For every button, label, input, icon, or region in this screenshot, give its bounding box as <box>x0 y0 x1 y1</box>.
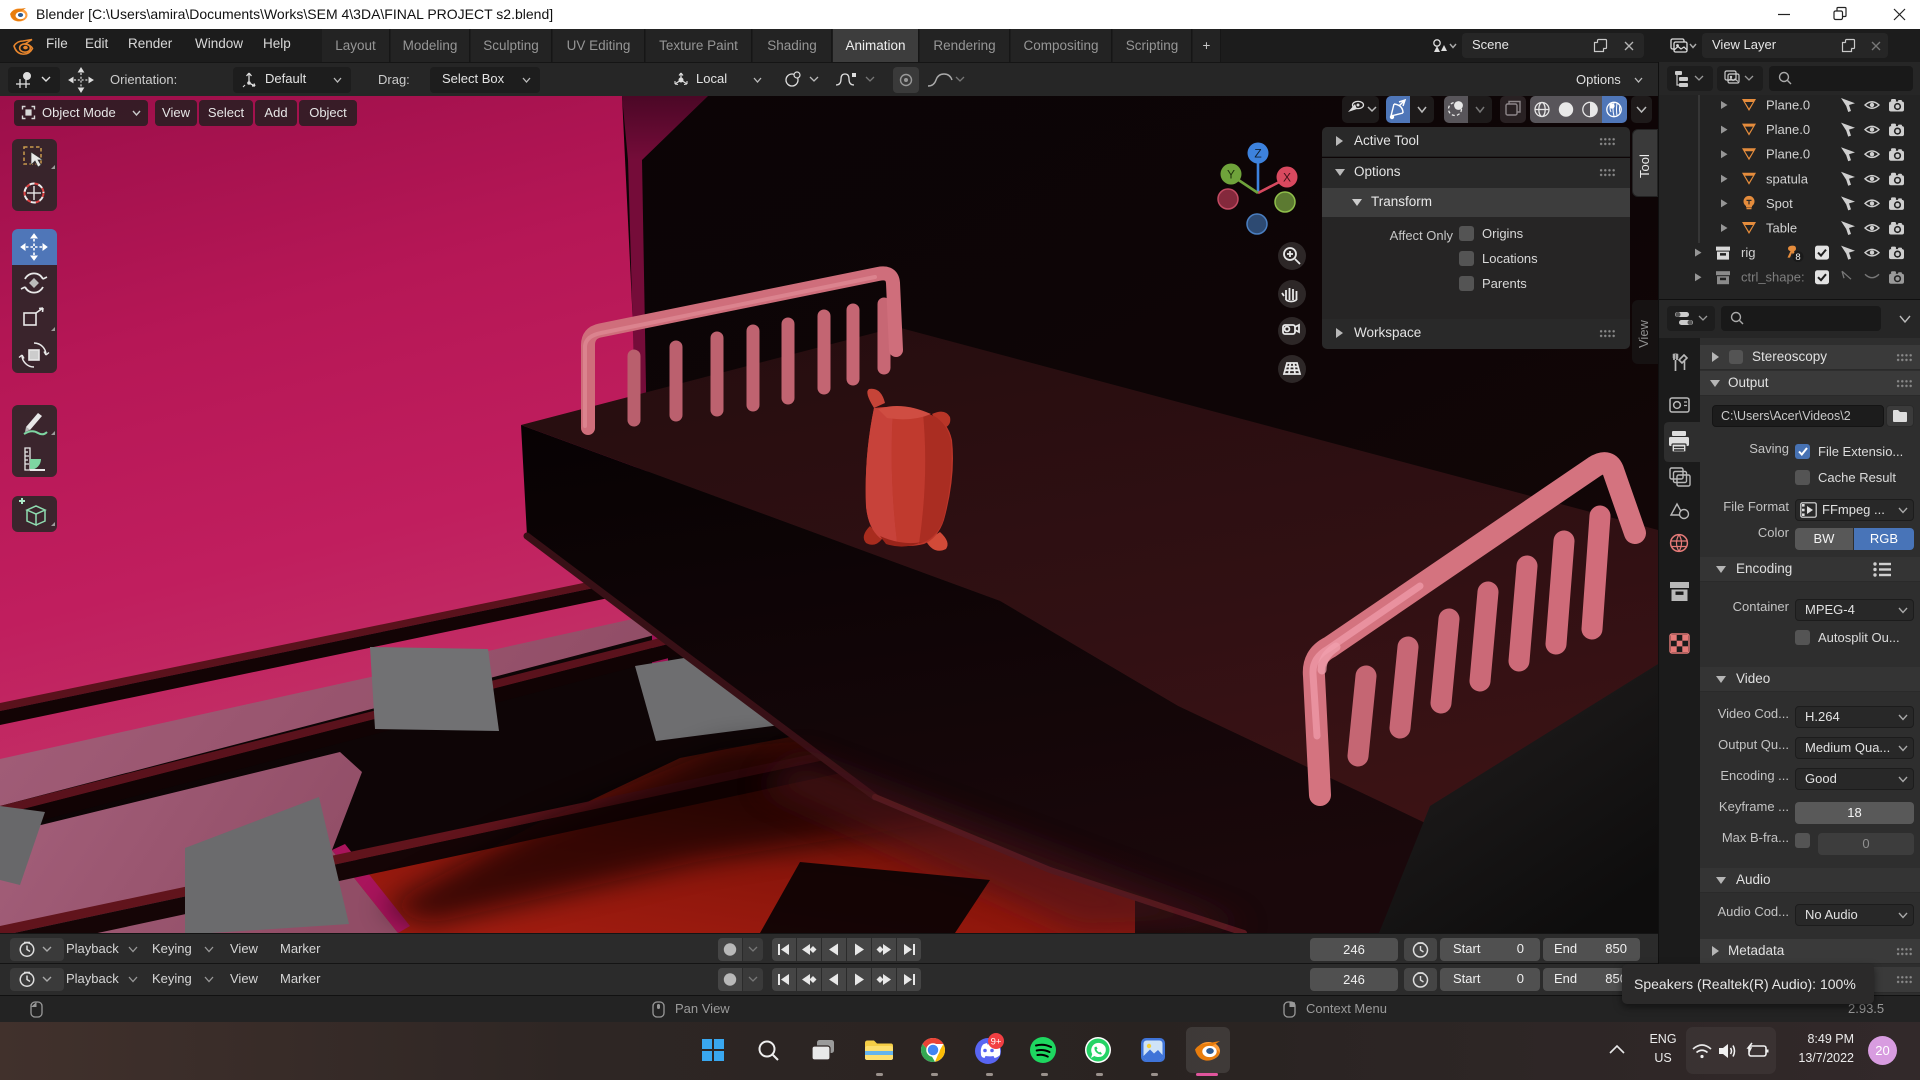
svg-text:rig: rig <box>1741 245 1755 260</box>
svg-text:9+: 9+ <box>991 1036 1002 1047</box>
svg-text:Plane.0: Plane.0 <box>1766 122 1810 137</box>
svg-text:Plane.0: Plane.0 <box>1766 147 1810 162</box>
svg-text:8: 8 <box>1795 252 1800 263</box>
svg-text:Table: Table <box>1766 221 1797 236</box>
svg-text:Y: Y <box>1227 168 1235 182</box>
svg-text:Plane.0: Plane.0 <box>1766 98 1810 113</box>
svg-text:ctrl_shape:: ctrl_shape: <box>1741 270 1805 285</box>
svg-text:Spot: Spot <box>1766 196 1793 211</box>
svg-text:Z: Z <box>1254 147 1261 161</box>
svg-text:X: X <box>1283 171 1291 185</box>
svg-text:spatula: spatula <box>1766 171 1809 186</box>
